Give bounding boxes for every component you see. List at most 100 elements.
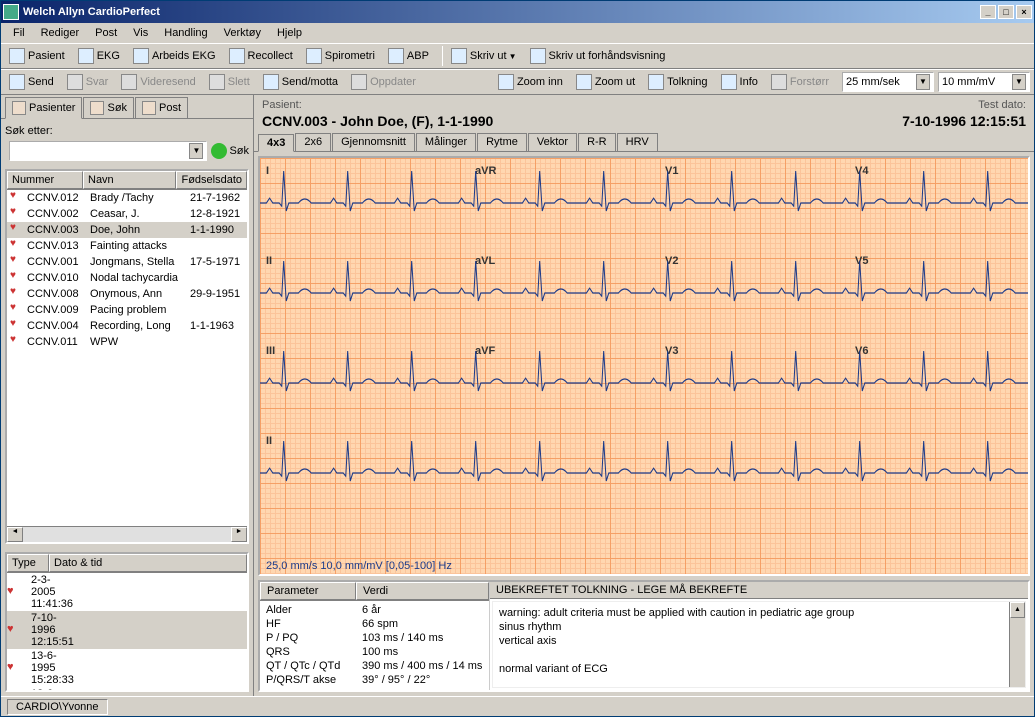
magnify-button: Forstørr <box>767 71 836 93</box>
patient-row[interactable]: CCNV.008Onymous, Ann29-9-1951 <box>7 286 247 302</box>
mail-icon <box>142 101 156 115</box>
print-button[interactable]: Skriv ut▼ <box>447 45 524 67</box>
col-name[interactable]: Navn <box>83 171 176 189</box>
test-row[interactable]: 2-3-2005 11:41:36 <box>7 573 247 611</box>
ekg-type-icon <box>7 623 31 637</box>
interpretation-header: UBEKREFTET TOLKNING - LEGE MÅ BEKREFTE <box>490 582 1028 599</box>
zoom-out-icon <box>576 74 592 90</box>
ekg-icon <box>78 48 94 64</box>
maximize-button[interactable]: □ <box>998 5 1014 19</box>
gain-combo[interactable]: 10 mm/mV▼ <box>938 72 1030 92</box>
patient-row[interactable]: CCNV.011WPW <box>7 334 247 350</box>
send-button[interactable]: Send <box>5 71 61 93</box>
patient-button[interactable]: Pasient <box>5 45 72 67</box>
test-row[interactable]: 7-10-1996 12:15:51 <box>7 611 247 649</box>
view-tab-2x6[interactable]: 2x6 <box>295 133 331 151</box>
ecg-footer: 25,0 mm/s 10,0 mm/mV [0,05-100] Hz <box>266 560 452 572</box>
col-datetime[interactable]: Dato & tid <box>49 554 247 572</box>
zoom-in-button[interactable]: Zoom inn <box>494 71 570 93</box>
menu-handling[interactable]: Handling <box>156 25 215 41</box>
menu-fil[interactable]: Fil <box>5 25 33 41</box>
lungs-button[interactable]: Spirometri <box>302 45 382 67</box>
menu-hjelp[interactable]: Hjelp <box>269 25 310 41</box>
go-arrow-icon <box>211 143 227 159</box>
param-row: HF66 spm <box>266 617 483 631</box>
info-button[interactable]: Info <box>717 71 765 93</box>
patient-row[interactable]: CCNV.012Brady /Tachy21-7-1962 <box>7 190 247 206</box>
patient-title: CCNV.003 - John Doe, (F), 1-1-1990 <box>262 113 493 129</box>
test-row[interactable]: 13-6-1995 9:02:33 <box>7 687 247 690</box>
param-row: Alder6 år <box>266 603 483 617</box>
treadmill-button[interactable]: Arbeids EKG <box>129 45 223 67</box>
view-tab-målinger[interactable]: Målinger <box>416 133 476 151</box>
interpretation-panel: UBEKREFTET TOLKNING - LEGE MÅ BEKREFTE w… <box>490 582 1028 690</box>
refresh-button: Oppdater <box>347 71 423 93</box>
col-number[interactable]: Nummer <box>7 171 83 189</box>
sendrecv-button[interactable]: Send/motta <box>259 71 345 93</box>
side-tab-søk[interactable]: Søk <box>83 97 134 118</box>
ekg-indicator-icon <box>7 303 25 317</box>
menu-verktøy[interactable]: Verktøy <box>216 25 269 41</box>
view-tab-rytme[interactable]: Rytme <box>477 133 527 151</box>
view-tab-hrv[interactable]: HRV <box>617 133 658 151</box>
param-row: P/QRS/T akse39° / 95° / 22° <box>266 673 483 687</box>
ecg-grid-view[interactable]: 25,0 mm/s 10,0 mm/mV [0,05-100] Hz IaVRV… <box>258 156 1030 576</box>
parameter-table: Parameter Verdi Alder6 årHF66 spmP / PQ1… <box>260 582 490 690</box>
minimize-button[interactable]: _ <box>980 5 996 19</box>
delete-button: Slett <box>205 71 257 93</box>
col-dob[interactable]: Fødselsdato <box>176 171 247 189</box>
h-scrollbar[interactable]: ◄► <box>7 526 247 542</box>
patients-icon <box>12 101 26 115</box>
patient-listview[interactable]: Nummer Navn Fødselsdato CCNV.012Brady /T… <box>5 169 249 544</box>
abp-icon <box>388 48 404 64</box>
view-tabs: 4x32x6GjennomsnittMålingerRytmeVektorR-R… <box>254 133 1034 152</box>
param-col-name[interactable]: Parameter <box>260 582 356 600</box>
left-panel: PasienterSøkPost Søk etter: ▼ Søk Nummer… <box>1 95 254 696</box>
forward-icon <box>121 74 137 90</box>
patient-row[interactable]: CCNV.003Doe, John1-1-1990 <box>7 222 247 238</box>
patient-row[interactable]: CCNV.004Recording, Long1-1-1963 <box>7 318 247 334</box>
view-tab-vektor[interactable]: Vektor <box>528 133 577 151</box>
ecg-row: IIIaVFV3V6 <box>260 343 1028 423</box>
search-go-button[interactable]: Søk <box>211 143 249 159</box>
close-button[interactable]: × <box>1016 5 1032 19</box>
speed-combo[interactable]: 25 mm/sek▼ <box>842 72 934 92</box>
search-combo[interactable]: ▼ <box>9 141 207 161</box>
ekg-type-icon <box>7 661 31 675</box>
param-col-value[interactable]: Verdi <box>356 582 489 600</box>
view-tab-4x3[interactable]: 4x3 <box>258 134 294 152</box>
patient-row[interactable]: CCNV.001Jongmans, Stella17-5-1971 <box>7 254 247 270</box>
ambulance-button[interactable]: Recollect <box>225 45 300 67</box>
patient-row[interactable]: CCNV.013Fainting attacks <box>7 238 247 254</box>
ambulance-icon <box>229 48 245 64</box>
test-row[interactable]: 13-6-1995 15:28:33 <box>7 649 247 687</box>
interp-line: sinus rhythm <box>499 620 1019 634</box>
col-type[interactable]: Type <box>7 554 49 572</box>
view-tab-r-r[interactable]: R-R <box>578 133 616 151</box>
patient-row[interactable]: CCNV.002Ceasar, J.12-8-1921 <box>7 206 247 222</box>
ekg-indicator-icon <box>7 271 25 285</box>
ekg-indicator-icon <box>7 287 25 301</box>
menu-post[interactable]: Post <box>87 25 125 41</box>
menu-rediger[interactable]: Rediger <box>33 25 88 41</box>
interp-line: normal variant of ECG <box>499 662 1019 676</box>
patient-row[interactable]: CCNV.010Nodal tachycardia <box>7 270 247 286</box>
interp-line: vertical axis <box>499 634 1019 648</box>
side-tab-pasienter[interactable]: Pasienter <box>5 97 82 119</box>
ekg-indicator-icon <box>7 255 25 269</box>
menu-vis[interactable]: Vis <box>125 25 156 41</box>
abp-button[interactable]: ABP <box>384 45 436 67</box>
test-listview[interactable]: Type Dato & tid 2-3-2005 11:41:367-10-19… <box>5 552 249 692</box>
patient-row[interactable]: CCNV.009Pacing problem <box>7 302 247 318</box>
ekg-button[interactable]: EKG <box>74 45 127 67</box>
interp-button[interactable]: Tolkning <box>644 71 714 93</box>
zoom-out-button[interactable]: Zoom ut <box>572 71 642 93</box>
toolbar-secondary: SendSvarVideresendSlettSend/mottaOppdate… <box>1 69 1034 95</box>
print-preview-button[interactable]: Skriv ut forhåndsvisning <box>526 45 673 67</box>
interp-line <box>499 648 1019 662</box>
view-tab-gjennomsnitt[interactable]: Gjennomsnitt <box>332 133 415 151</box>
side-tab-post[interactable]: Post <box>135 97 188 118</box>
ekg-type-icon <box>7 585 31 599</box>
v-scrollbar[interactable]: ▲ <box>1009 602 1025 687</box>
magnify-icon <box>771 74 787 90</box>
